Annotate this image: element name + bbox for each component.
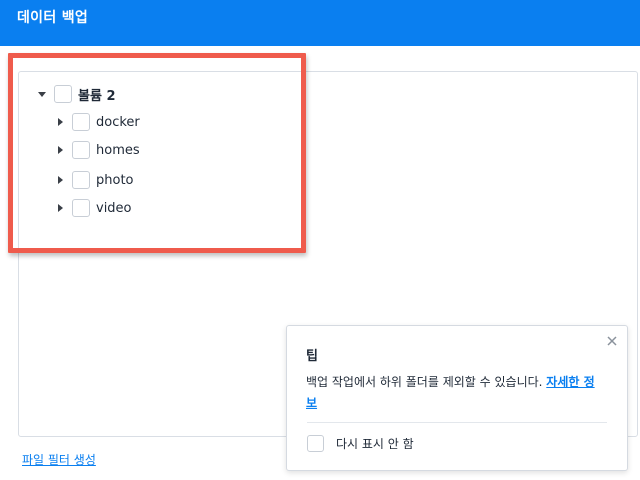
dont-show-again-label: 다시 표시 안 함 [336,436,414,451]
dont-show-again-row[interactable]: 다시 표시 안 함 [307,434,414,452]
page-title: 데이터 백업 [17,10,89,26]
create-file-filter-link[interactable]: 파일 필터 생성 [22,451,96,468]
tip-body: 백업 작업에서 하위 폴더를 제외할 수 있습니다. 자세한 정보 [306,372,596,414]
tip-title: 팁 [306,349,318,364]
app-header: 데이터 백업 [0,0,640,46]
highlight-annotation [8,53,306,253]
dont-show-again-checkbox[interactable] [307,434,324,452]
close-icon[interactable] [605,333,619,347]
divider [307,422,607,423]
tip-body-text: 백업 작업에서 하위 폴더를 제외할 수 있습니다. [306,375,547,389]
